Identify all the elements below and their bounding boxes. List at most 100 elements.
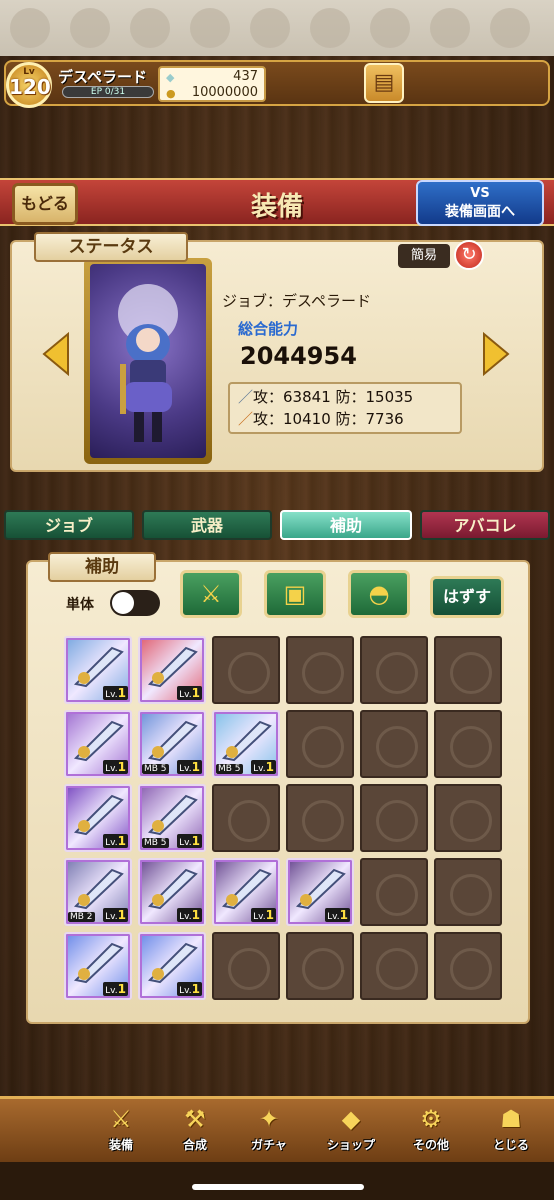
item-level: Lv.1: [177, 908, 202, 922]
item-level: Lv.1: [177, 834, 202, 848]
filter-helmet-button[interactable]: ◓: [348, 570, 410, 618]
remove-button[interactable]: はずす: [430, 576, 504, 618]
item-level: Lv.1: [251, 760, 276, 774]
empty-slot[interactable]: [434, 710, 502, 778]
prev-arrow-icon[interactable]: [42, 332, 70, 376]
item-slot[interactable]: Lv.1: [64, 784, 132, 852]
single-toggle[interactable]: [110, 590, 160, 616]
book-button[interactable]: ▤: [364, 63, 404, 103]
empty-slot[interactable]: [212, 636, 280, 704]
mascot-icon: [10, 8, 50, 48]
nav-equip[interactable]: ⚔ 装備: [86, 1098, 156, 1160]
coin-icon: ●: [166, 87, 176, 100]
item-slot[interactable]: Lv.1: [286, 858, 354, 926]
sword-icon: ／: [238, 388, 254, 406]
power-label: 総合能力: [238, 320, 299, 338]
mascot-icon: [130, 8, 170, 48]
vs-equip-button[interactable]: VS 装備画面へ: [416, 180, 544, 226]
item-slot[interactable]: Lv.1 MB 5: [138, 710, 206, 778]
item-slot[interactable]: Lv.1: [64, 932, 132, 1000]
weapon-icon: [73, 720, 124, 762]
bottom-safe-area: [0, 1162, 554, 1200]
item-slot[interactable]: Lv.1: [138, 636, 206, 704]
empty-slot[interactable]: [434, 636, 502, 704]
item-slot[interactable]: Lv.1 MB 5: [138, 784, 206, 852]
item-level: Lv.1: [251, 908, 276, 922]
item-level: Lv.1: [103, 908, 128, 922]
weapon-icon: [73, 868, 124, 910]
top-pattern: [0, 0, 554, 60]
nav-shop[interactable]: ◆ ショップ: [316, 1098, 386, 1160]
nav-label: 装備: [108, 1138, 133, 1152]
stat-row-1: 攻：63841 防：15035: [253, 388, 414, 406]
nav-label: ショップ: [326, 1138, 375, 1152]
item-mb-badge: MB 5: [142, 838, 169, 848]
filter-sword-button[interactable]: ⚔: [180, 570, 242, 618]
nav-label: 合成: [182, 1138, 207, 1152]
vs-label: VS: [470, 186, 490, 201]
close-icon: ☗: [500, 1105, 522, 1133]
nav-other[interactable]: ⚙ その他: [396, 1098, 466, 1160]
character-card[interactable]: [84, 258, 212, 464]
stats-box: ／攻：63841 防：15035 ／攻：10410 防：7736: [228, 382, 462, 434]
item-slot[interactable]: Lv.1: [138, 932, 206, 1000]
empty-slot[interactable]: [286, 784, 354, 852]
empty-slot[interactable]: [434, 858, 502, 926]
empty-slot[interactable]: [212, 932, 280, 1000]
tab-support[interactable]: 補助: [280, 510, 412, 540]
tab-job[interactable]: ジョブ: [4, 510, 134, 540]
equip-icon: ⚔: [110, 1105, 132, 1133]
weapon-icon: [73, 942, 124, 984]
refresh-icon[interactable]: ↻: [454, 240, 484, 270]
nav-label: ガチャ: [251, 1138, 287, 1152]
weapon-icon: [73, 794, 124, 836]
nav-label: その他: [412, 1138, 449, 1152]
nav-gacha[interactable]: ✦ ガチャ: [234, 1098, 304, 1160]
empty-slot[interactable]: [360, 858, 428, 926]
item-level: Lv.1: [177, 686, 202, 700]
staff-icon: ／: [238, 410, 254, 428]
armor-icon: ▣: [283, 580, 307, 608]
item-slot[interactable]: Lv.1 MB 2: [64, 858, 132, 926]
back-button[interactable]: もどる: [12, 183, 78, 225]
crystal-icon: ◆: [341, 1105, 361, 1133]
item-slot[interactable]: Lv.1: [64, 636, 132, 704]
nav-synthesis[interactable]: ⚒ 合成: [160, 1098, 230, 1160]
tab-weapon[interactable]: 武器: [142, 510, 272, 540]
empty-slot[interactable]: [212, 784, 280, 852]
nav-close[interactable]: ☗ とじる: [476, 1098, 546, 1160]
currency-box: ◆ 437 ● 10000000: [158, 66, 266, 102]
item-slot[interactable]: Lv.1 MB 5: [212, 710, 280, 778]
character-sprite-icon: [118, 284, 178, 442]
single-label: 単体: [66, 597, 94, 613]
empty-slot[interactable]: [360, 710, 428, 778]
gacha-icon: ✦: [258, 1105, 280, 1133]
empty-slot[interactable]: [434, 784, 502, 852]
empty-slot[interactable]: [360, 932, 428, 1000]
item-slot[interactable]: Lv.1: [212, 858, 280, 926]
tab-avatar-collection[interactable]: アバコレ: [420, 510, 550, 540]
coin-count: 10000000: [191, 85, 258, 100]
status-tag: ステータス: [34, 232, 188, 262]
home-indicator[interactable]: [192, 1184, 364, 1190]
gear-icon: ⚙: [420, 1105, 442, 1133]
item-level: Lv.1: [103, 982, 128, 996]
empty-slot[interactable]: [286, 932, 354, 1000]
helmet-icon: ◓: [368, 580, 390, 608]
item-grid: Lv.1 Lv.1 Lv.1 Lv.1 MB 5 Lv.1 MB 5 Lv.1 Lv.1 MB 5…: [64, 636, 510, 1002]
item-slot[interactable]: Lv.1: [64, 710, 132, 778]
simple-toggle-button[interactable]: 簡易: [398, 244, 450, 268]
item-slot[interactable]: Lv.1: [138, 858, 206, 926]
weapon-icon: [147, 646, 198, 688]
next-arrow-icon[interactable]: [482, 332, 510, 376]
gem-icon: ◆: [166, 71, 175, 84]
empty-slot[interactable]: [360, 784, 428, 852]
empty-slot[interactable]: [434, 932, 502, 1000]
filter-armor-button[interactable]: ▣: [264, 570, 326, 618]
mascot-icon: [310, 8, 350, 48]
gem-count: 437: [233, 69, 258, 84]
empty-slot[interactable]: [360, 636, 428, 704]
empty-slot[interactable]: [286, 636, 354, 704]
mascot-icon: [250, 8, 290, 48]
empty-slot[interactable]: [286, 710, 354, 778]
